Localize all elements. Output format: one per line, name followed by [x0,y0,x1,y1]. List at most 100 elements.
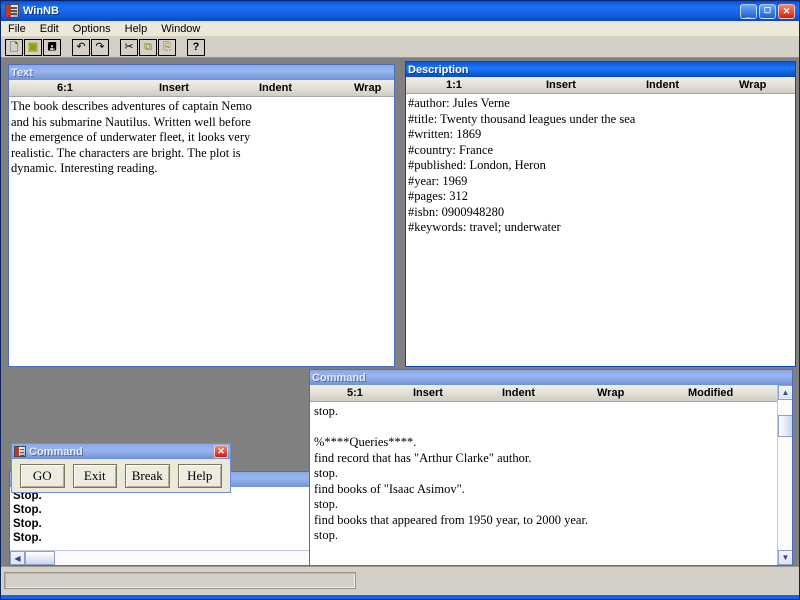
description-line: #year: 1969 [408,173,468,188]
command-log-title-bar[interactable]: Command [310,370,792,385]
command-log-line: find books that appeared from 1950 year,… [314,512,589,527]
notebook-icon [14,446,26,457]
minimize-button[interactable]: _ [740,3,757,19]
new-icon[interactable]: 🗋 [5,38,23,56]
cut-icon[interactable]: ✂ [120,38,138,56]
description-line: #pages: 312 [408,189,469,203]
application-window: WinNB _ ☐ ✕ File Edit Options Help Windo… [0,0,800,600]
command-log-line [314,420,792,436]
description-cursor-position: 1:1 [446,79,462,91]
text-cursor-position: 6:1 [57,82,73,94]
menu-item-window[interactable]: Window [154,22,207,36]
scroll-up-icon[interactable]: ▲ [778,385,792,400]
mdi-client-area: Text 6:1 Insert Indent Wrap M The book d… [1,58,799,568]
command-log-line: stop. [314,497,338,511]
menu-bar: File Edit Options Help Window [1,21,799,37]
command-buttons-window[interactable]: Command ✕ GO Exit Break Help [11,443,231,493]
text-line: dynamic. Interesting reading. [11,161,158,175]
command-log-vertical-scrollbar[interactable]: ▲ ▼ [777,385,792,565]
description-window[interactable]: Description 1:1 Insert Indent Wrap #auth… [405,61,796,367]
maximize-button[interactable]: ☐ [759,3,776,19]
description-line: #keywords: travel; underwater [408,220,561,234]
command-log-cursor-position: 5:1 [347,387,363,399]
command-log-wrap-mode: Wrap [597,387,625,399]
command-log-line: stop. [314,404,338,418]
help-button[interactable]: Help [177,463,222,488]
text-window-body[interactable]: The book describes adventures of captain… [9,97,394,366]
command-log-modified-flag: Modified [688,387,734,399]
status-pane [4,572,356,589]
command-log-insert-mode: Insert [413,387,443,399]
description-line: #author: Jules Verne [408,96,510,110]
description-insert-mode: Insert [546,79,576,91]
main-status-bar [1,566,799,599]
close-button[interactable]: ✕ [778,3,795,19]
text-wrap-mode: Wrap [354,82,382,94]
go-button[interactable]: GO [20,463,65,488]
window-controls: _ ☐ ✕ [740,3,797,19]
command-buttons-title-bar[interactable]: Command ✕ [12,444,230,459]
app-icon [5,4,19,18]
menu-item-help[interactable]: Help [118,22,155,36]
open-icon[interactable]: ▣ [24,38,42,56]
text-window-status-row: 6:1 Insert Indent Wrap M [9,80,394,97]
help-icon[interactable]: ? [187,38,205,56]
text-window[interactable]: Text 6:1 Insert Indent Wrap M The book d… [8,64,395,367]
description-line: #title: Twenty thousand leagues under th… [408,111,636,126]
minimize-icon: _ [745,8,751,19]
text-indent-mode: Indent [259,82,292,94]
command-log-window[interactable]: Command 5:1 Insert Indent Wrap Modified … [309,369,793,566]
text-line: and his submarine Nautilus. Written well… [11,114,251,129]
command-log-status-row: 5:1 Insert Indent Wrap Modified [310,385,792,402]
command-log-body[interactable]: stop. %****Queries****. find record that… [310,402,792,565]
text-window-title-bar[interactable]: Text [9,65,394,80]
menu-item-options[interactable]: Options [66,22,118,36]
paste-icon[interactable]: ⎘ [158,38,176,56]
scroll-left-icon[interactable]: ◀ [10,551,25,565]
toolbar-group-clipboard: ✂ ⧉ ⎘ [119,38,176,56]
command-log-scroll-thumb[interactable] [778,415,792,437]
text-window-title: Text [11,66,33,79]
status-accent-bar [1,595,799,599]
toolbar-group-history: ↶ ↷ [71,38,109,56]
description-window-title-bar[interactable]: Description [406,62,795,77]
app-title: WinNB [23,5,59,17]
command-buttons-title: Command [29,445,83,458]
description-window-title: Description [408,63,469,76]
description-line: #published: London, Heron [408,158,546,172]
maximize-icon: ☐ [763,6,772,15]
command-buttons-row: GO Exit Break Help [12,459,230,492]
description-window-status-row: 1:1 Insert Indent Wrap [406,77,795,94]
text-line: The book describes adventures of captain… [11,99,252,113]
main-title-bar: WinNB _ ☐ ✕ [1,1,799,21]
messages-hscroll-thumb[interactable] [25,551,55,565]
description-wrap-mode: Wrap [739,79,767,91]
command-log-line: stop. [314,528,338,542]
command-log-line: find books of "Isaac Asimov". [314,481,465,496]
text-line: realistic. The characters are bright. Th… [11,145,241,160]
description-window-body[interactable]: #author: Jules Verne #title: Twenty thou… [406,94,795,366]
undo-icon[interactable]: ↶ [72,38,90,56]
exit-button[interactable]: Exit [72,463,117,488]
description-line: #written: 1869 [408,127,482,141]
copy-icon[interactable]: ⧉ [139,38,157,56]
close-icon: ✕ [782,5,791,16]
redo-icon[interactable]: ↷ [91,38,109,56]
command-log-title: Command [312,371,366,384]
command-log-indent-mode: Indent [502,387,535,399]
description-indent-mode: Indent [646,79,679,91]
command-log-line: find record that has "Arthur Clarke" aut… [314,450,532,465]
menu-item-edit[interactable]: Edit [33,22,66,36]
description-line: #country: France [408,142,494,157]
toolbar-group-file: 🗋 ▣ 🖪 [4,38,61,56]
scroll-down-icon[interactable]: ▼ [778,550,792,565]
save-icon[interactable]: 🖪 [43,38,61,56]
command-buttons-close-button[interactable]: ✕ [214,445,228,458]
menu-item-file[interactable]: File [1,22,33,36]
command-log-line: stop. [314,466,338,480]
description-line: #isbn: 0900948280 [408,204,505,219]
break-button[interactable]: Break [125,463,170,488]
text-insert-mode: Insert [159,82,189,94]
command-log-line: %****Queries****. [314,435,417,449]
toolbar-group-help: ? [186,38,205,56]
